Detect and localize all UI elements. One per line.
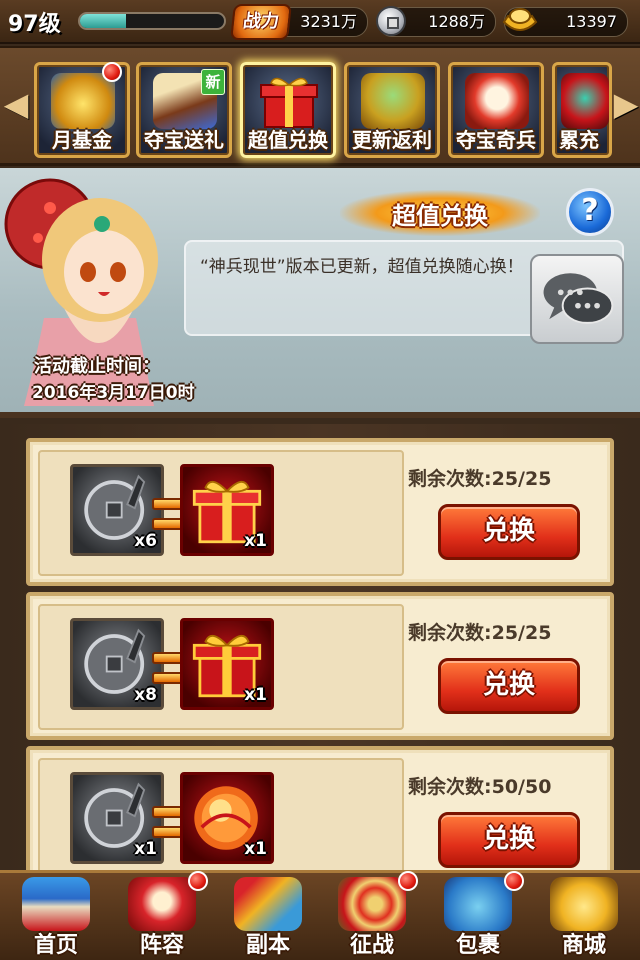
cost-quantity: x6 [134,531,157,551]
remaining-value: 50/50 [491,776,552,798]
nav-bag[interactable]: 包裹 [428,871,528,960]
exchange-recipe: x1 x1 [38,758,404,884]
nav-badge-dot [188,871,208,891]
tab-treasure-gift[interactable]: 夺宝送礼 新 [136,62,232,158]
remaining-count: 剩余次数:25/25 [408,618,551,645]
tab-treasure-raiders[interactable]: 夺宝奇兵 [448,62,544,158]
tab-label: 累充 [559,128,599,152]
cost-item-slot[interactable]: x8 [70,618,164,710]
tabs-left-arrow-icon[interactable]: ◀ [2,84,30,126]
reward-quantity: x1 [244,685,267,705]
remaining-label: 剩余次数: [408,622,492,644]
war-banner-icon [128,877,196,931]
nav-label: 商城 [561,933,606,958]
gift-box-icon [260,77,318,128]
experience-bar [78,12,226,30]
tab-label: 超值兑换 [248,128,328,152]
nav-campaign[interactable]: 征战 [322,871,422,960]
gold-coins-bowl-icon [51,73,115,129]
remaining-value: 25/25 [491,468,552,490]
tab-value-exchange[interactable]: 超值兑换 [240,62,336,158]
reward-item-slot[interactable]: x1 [180,772,274,864]
exchange-button[interactable]: 兑换 [438,658,580,714]
reward-quantity: x1 [244,531,267,551]
exchange-button[interactable]: 兑换 [438,812,580,868]
remaining-value: 25/25 [491,622,552,644]
nav-label: 征战 [349,933,394,958]
chat-button[interactable] [530,254,624,344]
remaining-label: 剩余次数: [408,776,492,798]
target-arrows-icon [338,877,406,931]
reward-item-slot[interactable]: x1 [180,618,274,710]
event-description: “神兵现世”版本已更新，超值兑换随心换！ [200,257,524,277]
gold-ingots-icon [550,877,618,931]
bag-icon [444,877,512,931]
bottom-navigation: 首页 阵容 副本 征战 包裹 商城 [0,870,640,960]
helmet-icon [561,73,609,129]
nav-label: 阵容 [139,933,184,958]
coin-icon [376,6,406,36]
nav-shop[interactable]: 商城 [534,873,634,960]
chat-bubbles-icon [543,273,614,324]
nav-badge-dot [504,871,524,891]
event-title-glow: 超值兑换 [340,190,540,236]
tab-label: 月基金 [52,128,112,152]
treasure-pot-icon [361,73,425,129]
remaining-count: 剩余次数:25/25 [408,464,551,491]
tabs-right-arrow-icon[interactable]: ▶ [612,84,640,126]
deadline-label: 活动截止时间： [34,356,160,377]
tab-badge-dot [102,62,122,82]
drum-icon [465,73,529,129]
reward-quantity: x1 [244,839,267,859]
remaining-label: 剩余次数: [408,468,492,490]
exchange-recipe: x6 x1 [38,450,404,576]
cost-item-slot[interactable]: x1 [70,772,164,864]
power-badge: 战力 [230,4,292,40]
tab-label: 夺宝送礼 [144,128,224,152]
deadline-value: 2016年3月17日0时 [32,383,195,403]
exchange-button[interactable]: 兑换 [438,504,580,560]
help-button[interactable]: ? [566,188,614,236]
nav-lineup[interactable]: 阵容 [112,871,212,960]
tab-label: 夺宝奇兵 [456,128,536,152]
crossed-weapons-icon [234,877,302,931]
cost-quantity: x8 [134,685,157,705]
tab-cumulative-recharge[interactable]: 累充 [552,62,612,158]
top-status-bar: 97级 3231万 战力 1288万 13397 [0,0,640,44]
nav-label: 首页 [33,933,78,958]
event-title: 超值兑换 [392,202,488,230]
nav-dungeon[interactable]: 副本 [218,873,318,960]
tab-label: 更新返利 [352,128,432,152]
palace-icon [22,877,90,931]
cost-quantity: x1 [134,839,157,859]
reward-item-slot[interactable]: x1 [180,464,274,556]
activity-tabs: ◀ ▶ 月基金 夺宝送礼 新 超值兑换 更新返利 夺宝奇兵 累充 [0,46,640,166]
nav-label: 包裹 [455,933,500,958]
exchange-list[interactable]: x6 x1 剩余次数:25/25 兑换 x8 x1 剩余次数:25/25 兑换 … [0,424,640,894]
tab-update-rebate[interactable]: 更新返利 [344,62,440,158]
nav-home[interactable]: 首页 [6,873,106,960]
nav-badge-dot [398,871,418,891]
experience-bar-fill [80,14,127,28]
exchange-card: x6 x1 剩余次数:25/25 兑换 [26,438,614,586]
new-tag: 新 [201,69,225,95]
nav-label: 副本 [245,933,290,958]
cost-item-slot[interactable]: x6 [70,464,164,556]
remaining-count: 剩余次数:50/50 [408,772,551,799]
exchange-card: x8 x1 剩余次数:25/25 兑换 [26,592,614,740]
player-level: 97级 [8,12,61,37]
gold-ingot-icon [502,8,538,31]
exchange-recipe: x8 x1 [38,604,404,730]
